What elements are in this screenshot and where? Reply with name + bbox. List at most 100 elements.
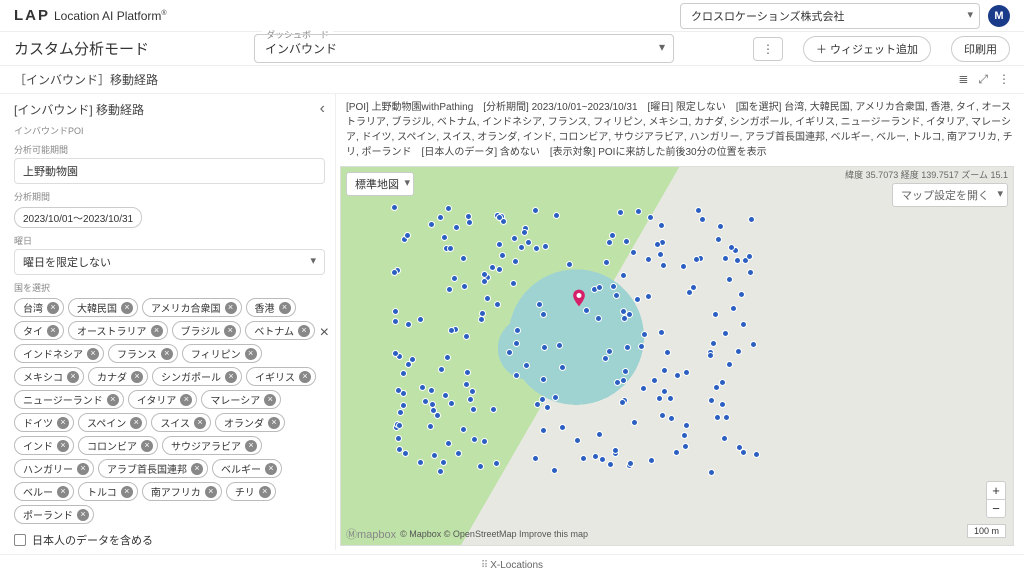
remove-chip-icon[interactable]: × bbox=[57, 417, 69, 429]
country-chip[interactable]: ハンガリー× bbox=[14, 459, 94, 478]
collapse-sidebar-icon[interactable]: ‹ bbox=[320, 100, 325, 118]
remove-chip-icon[interactable]: × bbox=[245, 440, 257, 452]
remove-chip-icon[interactable]: × bbox=[151, 325, 163, 337]
remove-chip-icon[interactable]: × bbox=[279, 302, 291, 314]
zoom-control[interactable]: + − bbox=[986, 481, 1006, 518]
poi-section-label: インバウンドPOI bbox=[14, 124, 325, 137]
expand-icon[interactable]: ⤢ bbox=[978, 72, 988, 87]
country-chip[interactable]: ベルギー× bbox=[212, 459, 282, 478]
print-button[interactable]: 印刷用 bbox=[951, 36, 1010, 62]
poi-field-label: 分析可能期間 bbox=[14, 143, 325, 156]
country-chip[interactable]: オランダ× bbox=[215, 413, 285, 432]
remove-chip-icon[interactable]: × bbox=[121, 486, 133, 498]
country-chip[interactable]: インド× bbox=[14, 436, 74, 455]
remove-chip-icon[interactable]: × bbox=[191, 463, 203, 475]
panel-title: ［インバウンド］移動経路 bbox=[14, 71, 158, 88]
country-chip[interactable]: タイ× bbox=[14, 321, 64, 340]
weekday-select[interactable]: 曜日を限定しない bbox=[14, 249, 325, 275]
country-chip[interactable]: フランス× bbox=[108, 344, 178, 363]
remove-chip-icon[interactable]: × bbox=[225, 371, 237, 383]
country-chip[interactable]: ニュージーランド× bbox=[14, 390, 124, 409]
mode-title: カスタム分析モード bbox=[14, 38, 234, 59]
country-section-label: 国を選択 bbox=[14, 281, 325, 294]
country-chip[interactable]: ベトナム× bbox=[245, 321, 315, 340]
country-chip[interactable]: マレーシア× bbox=[201, 390, 281, 409]
jp-data-checkbox[interactable]: 日本人のデータを含める bbox=[14, 532, 325, 548]
zoom-in-button[interactable]: + bbox=[987, 482, 1005, 500]
country-chip[interactable]: サウジアラビア× bbox=[162, 436, 262, 455]
logo-text: Location AI Platform® bbox=[54, 9, 167, 23]
weekday-section-label: 曜日 bbox=[14, 234, 325, 247]
remove-chip-icon[interactable]: × bbox=[77, 509, 89, 521]
country-chip[interactable]: 香港× bbox=[246, 298, 296, 317]
country-chip[interactable]: スイス× bbox=[151, 413, 211, 432]
zoom-out-button[interactable]: − bbox=[987, 500, 1005, 517]
add-widget-button[interactable]: ＋ ウィジェット追加 bbox=[803, 36, 931, 62]
sidebar-title: [インバウンド] 移動経路 bbox=[14, 101, 144, 118]
remove-chip-icon[interactable]: × bbox=[67, 371, 79, 383]
remove-chip-icon[interactable]: × bbox=[77, 463, 89, 475]
remove-chip-icon[interactable]: × bbox=[47, 325, 59, 337]
remove-chip-icon[interactable]: × bbox=[268, 417, 280, 429]
country-chip[interactable]: 大韓民国× bbox=[68, 298, 138, 317]
country-chip[interactable]: ベルー× bbox=[14, 482, 74, 501]
remove-chip-icon[interactable]: × bbox=[131, 371, 143, 383]
logo: LAP Location AI Platform® bbox=[14, 7, 167, 24]
remove-chip-icon[interactable]: × bbox=[259, 486, 271, 498]
country-chip[interactable]: イタリア× bbox=[128, 390, 198, 409]
remove-chip-icon[interactable]: × bbox=[225, 302, 237, 314]
remove-chip-icon[interactable]: × bbox=[57, 440, 69, 452]
country-chip[interactable]: トルコ× bbox=[78, 482, 138, 501]
remove-chip-icon[interactable]: × bbox=[264, 394, 276, 406]
country-chip[interactable]: ブラジル× bbox=[172, 321, 242, 340]
country-chip[interactable]: イギリス× bbox=[246, 367, 316, 386]
remove-chip-icon[interactable]: × bbox=[141, 440, 153, 452]
country-chip[interactable]: シンガポール× bbox=[152, 367, 242, 386]
remove-chip-icon[interactable]: × bbox=[87, 348, 99, 360]
remove-chip-icon[interactable]: × bbox=[194, 417, 206, 429]
period-chip[interactable]: 2023/10/01～2023/10/31 bbox=[14, 207, 142, 228]
remove-chip-icon[interactable]: × bbox=[265, 463, 277, 475]
country-chip[interactable]: ポーランド× bbox=[14, 505, 94, 524]
remove-chip-icon[interactable]: × bbox=[57, 486, 69, 498]
country-chip[interactable]: インドネシア× bbox=[14, 344, 104, 363]
map[interactable]: 標準地図 緯度 35.7073 経度 139.7517 ズーム 15.1 マップ… bbox=[340, 166, 1014, 546]
country-chip[interactable]: メキシコ× bbox=[14, 367, 84, 386]
clear-countries-icon[interactable]: × bbox=[320, 324, 329, 342]
remove-chip-icon[interactable]: × bbox=[180, 394, 192, 406]
remove-chip-icon[interactable]: × bbox=[130, 417, 142, 429]
remove-chip-icon[interactable]: × bbox=[245, 348, 257, 360]
country-chip[interactable]: 南アフリカ× bbox=[142, 482, 222, 501]
company-select[interactable]: クロスロケーションズ株式会社 bbox=[680, 3, 980, 29]
remove-chip-icon[interactable]: × bbox=[107, 394, 119, 406]
map-attribution: Ⓜmapbox © Mapbox © OpenStreetMap Improve… bbox=[346, 526, 588, 542]
country-chip[interactable]: オーストラリア× bbox=[68, 321, 168, 340]
remove-chip-icon[interactable]: × bbox=[224, 325, 236, 337]
country-chip[interactable]: アラブ首長国連邦× bbox=[98, 459, 208, 478]
more-button[interactable]: ⋮ bbox=[753, 37, 783, 61]
footer-brand: X-Locations bbox=[490, 560, 543, 571]
poi-pin-icon bbox=[569, 288, 589, 308]
logo-mark: LAP bbox=[14, 7, 50, 24]
country-chip[interactable]: フィリピン× bbox=[182, 344, 262, 363]
remove-chip-icon[interactable]: × bbox=[298, 325, 310, 337]
country-chip[interactable]: カナダ× bbox=[88, 367, 148, 386]
list-icon[interactable]: ≣ bbox=[958, 72, 968, 87]
checkbox-icon[interactable] bbox=[14, 534, 26, 546]
remove-chip-icon[interactable]: × bbox=[161, 348, 173, 360]
dashboard-select[interactable]: インバウンド bbox=[254, 34, 674, 63]
panel-more-icon[interactable]: ⋮ bbox=[998, 72, 1010, 87]
country-chip[interactable]: チリ× bbox=[226, 482, 276, 501]
poi-field[interactable]: 上野動物園 bbox=[14, 158, 325, 184]
remove-chip-icon[interactable]: × bbox=[121, 302, 133, 314]
country-chip[interactable]: スペイン× bbox=[78, 413, 147, 432]
remove-chip-icon[interactable]: × bbox=[299, 371, 311, 383]
period-section-label: 分析期間 bbox=[14, 190, 325, 203]
country-chip[interactable]: アメリカ合衆国× bbox=[142, 298, 242, 317]
remove-chip-icon[interactable]: × bbox=[205, 486, 217, 498]
remove-chip-icon[interactable]: × bbox=[47, 302, 59, 314]
avatar[interactable]: M bbox=[988, 5, 1010, 27]
country-chip[interactable]: コロンビア× bbox=[78, 436, 158, 455]
country-chip[interactable]: 台湾× bbox=[14, 298, 64, 317]
country-chip[interactable]: ドイツ× bbox=[14, 413, 74, 432]
